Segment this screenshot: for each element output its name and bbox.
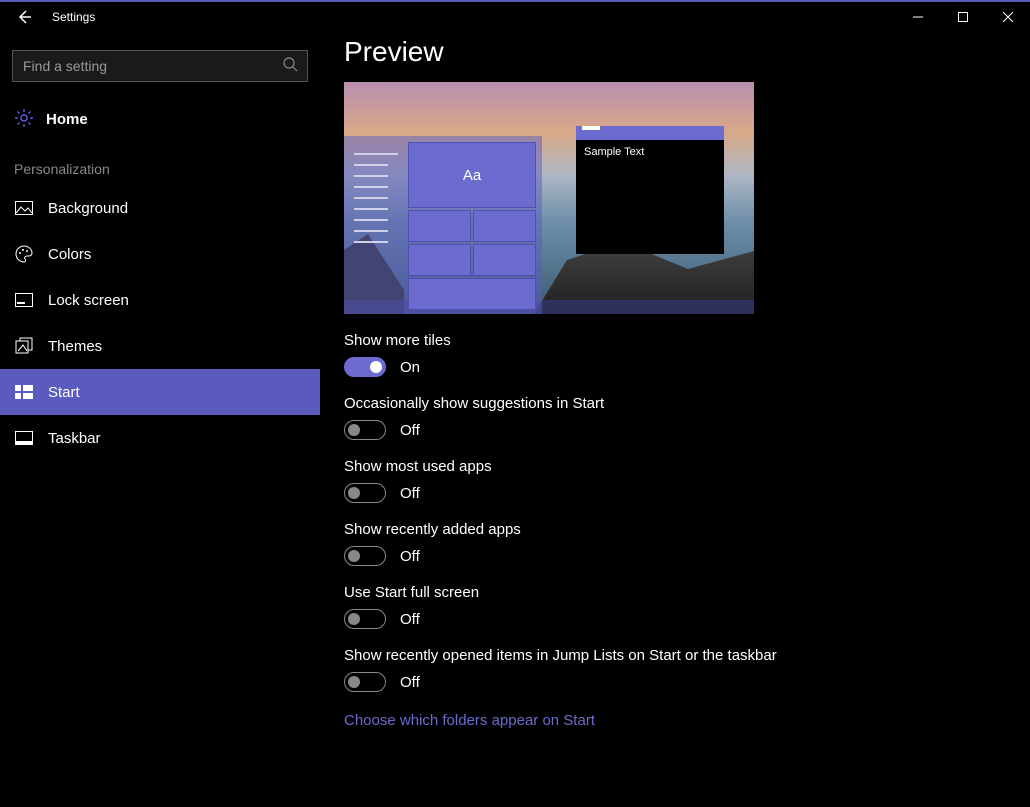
palette-icon: [14, 245, 34, 263]
sidebar-item-background[interactable]: Background: [0, 185, 320, 231]
window-controls: [895, 2, 1030, 32]
maximize-icon: [958, 12, 968, 22]
search-input[interactable]: [12, 50, 308, 82]
toggle-state: On: [400, 359, 420, 376]
preview-start-tiles: Aa: [408, 136, 542, 314]
window-title: Settings: [48, 10, 95, 24]
preview-sample-text: Sample Text: [576, 140, 724, 164]
sidebar-section-title: Personalization: [0, 141, 320, 185]
themes-icon: [14, 337, 34, 355]
sidebar-item-start[interactable]: Start: [0, 369, 320, 415]
search-icon: [282, 56, 298, 75]
back-arrow-icon: [16, 9, 32, 25]
toggle-state: Off: [400, 611, 420, 628]
back-button[interactable]: [0, 2, 48, 32]
sidebar-item-label: Colors: [48, 246, 91, 263]
sidebar: Home Personalization Background Colors L…: [0, 32, 320, 807]
sidebar-item-label: Start: [48, 384, 80, 401]
taskbar-icon: [14, 429, 34, 447]
toggle-state: Off: [400, 485, 420, 502]
setting-label: Show more tiles: [344, 332, 1006, 349]
lockscreen-icon: [14, 291, 34, 309]
close-icon: [1003, 12, 1013, 22]
setting-label: Occasionally show suggestions in Start: [344, 395, 1006, 412]
maximize-button[interactable]: [940, 2, 985, 32]
sidebar-home[interactable]: Home: [0, 98, 320, 141]
gear-icon: [14, 108, 34, 131]
preview-tile-large: Aa: [408, 142, 536, 208]
search-wrap: [12, 50, 308, 82]
toggle-state: Off: [400, 674, 420, 691]
page-heading: Preview: [344, 36, 1006, 68]
sidebar-item-label: Themes: [48, 338, 102, 355]
sidebar-item-label: Lock screen: [48, 292, 129, 309]
start-icon: [14, 383, 34, 401]
setting-jump-lists: Show recently opened items in Jump Lists…: [344, 647, 1006, 692]
close-button[interactable]: [985, 2, 1030, 32]
setting-label: Show most used apps: [344, 458, 1006, 475]
setting-recently-added: Show recently added apps Off: [344, 521, 1006, 566]
sidebar-item-colors[interactable]: Colors: [0, 231, 320, 277]
sidebar-item-lockscreen[interactable]: Lock screen: [0, 277, 320, 323]
sidebar-item-themes[interactable]: Themes: [0, 323, 320, 369]
toggle-state: Off: [400, 422, 420, 439]
sidebar-item-taskbar[interactable]: Taskbar: [0, 415, 320, 461]
minimize-button[interactable]: [895, 2, 940, 32]
start-preview: Aa Sample Text: [344, 82, 754, 314]
setting-suggestions: Occasionally show suggestions in Start O…: [344, 395, 1006, 440]
toggle-suggestions[interactable]: [344, 420, 386, 440]
setting-show-more-tiles: Show more tiles On: [344, 332, 1006, 377]
sidebar-home-label: Home: [46, 111, 88, 128]
setting-label: Show recently opened items in Jump Lists…: [344, 647, 1006, 664]
toggle-most-used[interactable]: [344, 483, 386, 503]
sidebar-item-label: Background: [48, 200, 128, 217]
preview-window-stripe: [582, 126, 600, 130]
main-content[interactable]: Preview Aa: [320, 32, 1030, 807]
app-body: Home Personalization Background Colors L…: [0, 32, 1030, 807]
preview-start-menu: Aa: [344, 136, 542, 314]
setting-label: Use Start full screen: [344, 584, 1006, 601]
link-choose-folders[interactable]: Choose which folders appear on Start: [344, 712, 595, 729]
toggle-full-screen[interactable]: [344, 609, 386, 629]
toggle-state: Off: [400, 548, 420, 565]
sidebar-item-label: Taskbar: [48, 430, 101, 447]
minimize-icon: [913, 12, 923, 22]
setting-full-screen: Use Start full screen Off: [344, 584, 1006, 629]
setting-most-used: Show most used apps Off: [344, 458, 1006, 503]
toggle-show-more-tiles[interactable]: [344, 357, 386, 377]
preview-sample-window: Sample Text: [576, 126, 724, 254]
toggle-jump-lists[interactable]: [344, 672, 386, 692]
setting-label: Show recently added apps: [344, 521, 1006, 538]
titlebar: Settings: [0, 2, 1030, 32]
picture-icon: [14, 199, 34, 217]
preview-start-applist: [344, 136, 408, 314]
toggle-recently-added[interactable]: [344, 546, 386, 566]
